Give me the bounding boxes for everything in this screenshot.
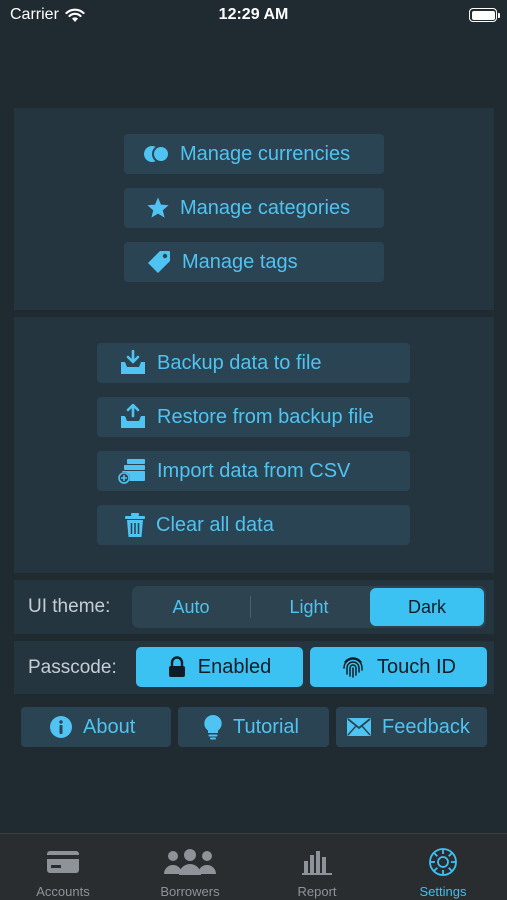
info-icon <box>50 716 72 738</box>
clear-data-label: Clear all data <box>156 513 274 536</box>
tutorial-label: Tutorial <box>233 715 299 738</box>
manage-currencies-button[interactable]: Manage currencies <box>124 134 384 174</box>
segment-divider <box>250 596 251 618</box>
star-icon <box>147 197 169 218</box>
bar-chart-icon <box>302 851 332 875</box>
manage-tags-label: Manage tags <box>182 250 298 273</box>
people-icon <box>164 849 216 875</box>
about-label: About <box>83 715 136 738</box>
theme-option-dark[interactable]: Dark <box>370 588 484 626</box>
manage-categories-button[interactable]: Manage categories <box>124 188 384 228</box>
theme-option-light[interactable]: Light <box>252 588 366 626</box>
tag-icon <box>148 251 170 273</box>
lock-icon <box>168 656 185 677</box>
data-panel: Backup data to file Restore from backup … <box>14 317 494 573</box>
tab-settings[interactable]: Settings <box>380 834 506 900</box>
coins-icon <box>144 145 170 163</box>
about-button[interactable]: About <box>21 707 171 747</box>
restore-backup-label: Restore from backup file <box>157 405 374 428</box>
tab-settings-label: Settings <box>419 884 467 899</box>
tab-borrowers-label: Borrowers <box>160 884 220 899</box>
backup-data-button[interactable]: Backup data to file <box>97 343 410 383</box>
manage-panel: Manage currencies Manage categories Mana… <box>14 108 494 310</box>
tab-accounts[interactable]: Accounts <box>0 834 126 900</box>
touch-id-button[interactable]: Touch ID <box>310 647 487 687</box>
clear-data-button[interactable]: Clear all data <box>97 505 410 545</box>
envelope-icon <box>347 718 371 736</box>
manage-categories-label: Manage categories <box>180 196 351 219</box>
tray-upload-icon <box>121 404 145 428</box>
theme-row: UI theme: Auto Light Dark <box>14 580 494 634</box>
touch-id-label: Touch ID <box>377 655 456 678</box>
gear-icon <box>429 848 457 876</box>
restore-backup-button[interactable]: Restore from backup file <box>97 397 410 437</box>
theme-segmented-control: Auto Light Dark <box>132 586 486 628</box>
stack-add-icon <box>118 459 145 484</box>
status-bar: Carrier 12:29 AM <box>0 0 507 32</box>
manage-currencies-label: Manage currencies <box>180 142 351 165</box>
import-csv-button[interactable]: Import data from CSV <box>97 451 410 491</box>
import-csv-label: Import data from CSV <box>157 459 351 482</box>
passcode-row: Passcode: Enabled Touch ID <box>14 641 494 694</box>
card-icon <box>47 851 79 873</box>
passcode-enabled-label: Enabled <box>197 655 272 678</box>
theme-label: UI theme: <box>28 596 111 617</box>
theme-option-auto[interactable]: Auto <box>134 588 248 626</box>
tab-report[interactable]: Report <box>254 834 380 900</box>
tray-download-icon <box>121 350 145 374</box>
tab-bar: Accounts Borrowers Report Settings <box>0 833 507 900</box>
lightbulb-icon <box>204 714 222 740</box>
tab-borrowers[interactable]: Borrowers <box>127 834 253 900</box>
tutorial-button[interactable]: Tutorial <box>178 707 329 747</box>
trash-icon <box>125 513 145 537</box>
passcode-enabled-button[interactable]: Enabled <box>136 647 303 687</box>
battery-icon <box>469 8 500 22</box>
feedback-label: Feedback <box>382 715 470 738</box>
clock: 12:29 AM <box>218 6 289 23</box>
backup-data-label: Backup data to file <box>157 351 322 374</box>
fingerprint-icon <box>343 657 363 678</box>
manage-tags-button[interactable]: Manage tags <box>124 242 384 282</box>
tab-accounts-label: Accounts <box>36 884 90 899</box>
tab-report-label: Report <box>297 884 337 899</box>
passcode-label: Passcode: <box>28 657 117 678</box>
feedback-button[interactable]: Feedback <box>336 707 487 747</box>
